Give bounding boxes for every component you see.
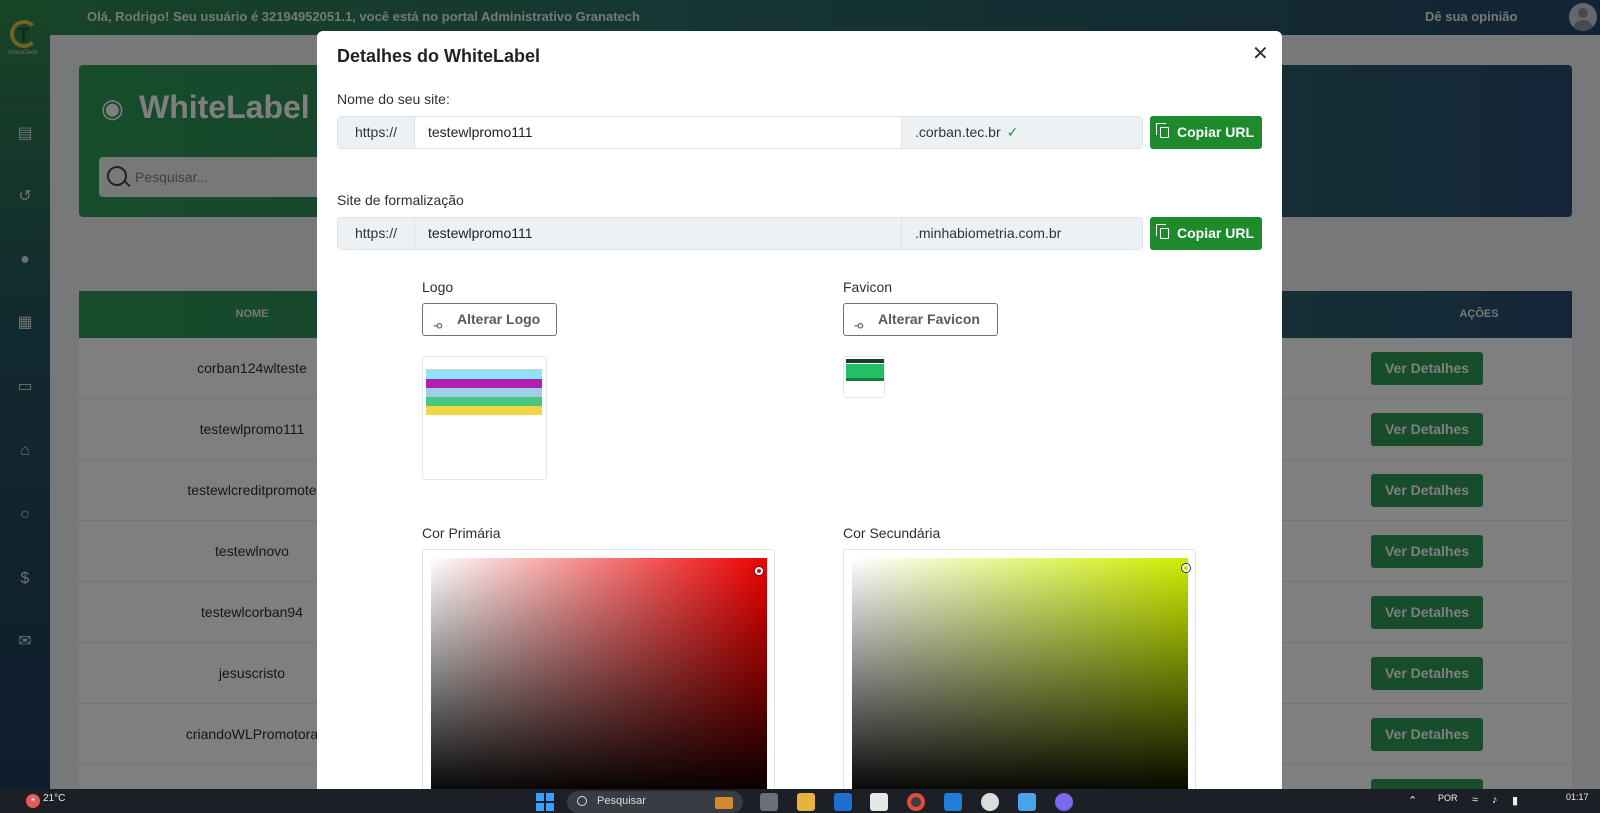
chrome-icon[interactable]: [907, 793, 925, 811]
primary-color-handle[interactable]: [755, 567, 763, 575]
chat-app-icon[interactable]: [1055, 793, 1073, 811]
formalization-url-prefix: https://: [338, 218, 415, 249]
site-url-prefix: https://: [338, 117, 415, 148]
store-icon[interactable]: [870, 793, 888, 811]
chevron-up-icon[interactable]: ⌃: [1408, 794, 1417, 807]
vscode-icon[interactable]: [944, 793, 962, 811]
favicon-label: Favicon: [843, 279, 893, 295]
site-name-input[interactable]: testewlpromo111: [415, 117, 902, 148]
copy-icon: [1156, 123, 1169, 138]
site-url-suffix: .corban.tec.br ✓: [902, 117, 1142, 148]
copy-formalization-url-button[interactable]: Copiar URL: [1150, 217, 1262, 250]
whitelabel-details-modal: Detalhes do WhiteLabel ✕ Nome do seu sit…: [317, 31, 1282, 789]
secondary-color-picker[interactable]: [843, 549, 1196, 789]
primary-color-picker[interactable]: [422, 549, 775, 789]
copy-site-url-button[interactable]: Copiar URL: [1150, 116, 1262, 149]
favicon-preview: [843, 356, 885, 398]
wifi-icon[interactable]: ≈: [1472, 794, 1478, 806]
secondary-color-handle[interactable]: [1182, 564, 1190, 572]
copy-icon: [1156, 224, 1169, 239]
formalization-url-group: https:// testewlpromo111 .minhabiometria…: [337, 217, 1143, 250]
primary-color-label: Cor Primária: [422, 525, 501, 541]
taskbar-search[interactable]: Pesquisar: [567, 791, 743, 813]
check-icon: ✓: [1006, 124, 1019, 140]
weather-temperature[interactable]: 21°C: [43, 793, 65, 804]
search-icon: [577, 796, 587, 806]
treasure-icon: [715, 797, 733, 809]
change-favicon-button[interactable]: ⌕ Alterar Favicon: [843, 303, 998, 336]
formalization-label: Site de formalização: [337, 192, 464, 208]
formalization-input: testewlpromo111: [415, 218, 902, 249]
site-name-label: Nome do seu site:: [337, 91, 450, 107]
task-view-icon[interactable]: [760, 793, 778, 811]
weather-icon: ☀: [26, 794, 40, 808]
primary-saturation-area[interactable]: [431, 558, 767, 789]
volume-icon[interactable]: ♪: [1492, 794, 1498, 806]
clock[interactable]: 01:17: [1566, 792, 1589, 802]
paperclip-icon: ⌕: [430, 316, 449, 335]
close-icon[interactable]: ✕: [1252, 41, 1269, 66]
paperclip-icon: ⌕: [851, 316, 870, 335]
file-explorer-icon[interactable]: [797, 793, 815, 811]
language-indicator[interactable]: POR: [1438, 793, 1458, 803]
notepad-icon[interactable]: [1018, 793, 1036, 811]
secondary-saturation-area[interactable]: [852, 558, 1190, 789]
windows-start-icon[interactable]: [536, 793, 554, 811]
soccer-ball-icon[interactable]: [981, 793, 999, 811]
change-logo-button[interactable]: ⌕ Alterar Logo: [422, 303, 557, 336]
windows-taskbar: ☀ 21°C Pesquisar ⌃ POR ≈ ♪ ▮ 01:17: [0, 789, 1600, 813]
formalization-url-suffix: .minhabiometria.com.br: [902, 218, 1142, 249]
logo-label: Logo: [422, 279, 454, 295]
site-url-group: https:// testewlpromo111 .corban.tec.br ✓: [337, 116, 1143, 149]
logo-preview: [422, 356, 547, 480]
outlook-icon[interactable]: [834, 793, 852, 811]
secondary-color-label: Cor Secundária: [843, 525, 941, 541]
battery-icon[interactable]: ▮: [1512, 794, 1518, 807]
modal-title: Detalhes do WhiteLabel: [337, 46, 541, 66]
